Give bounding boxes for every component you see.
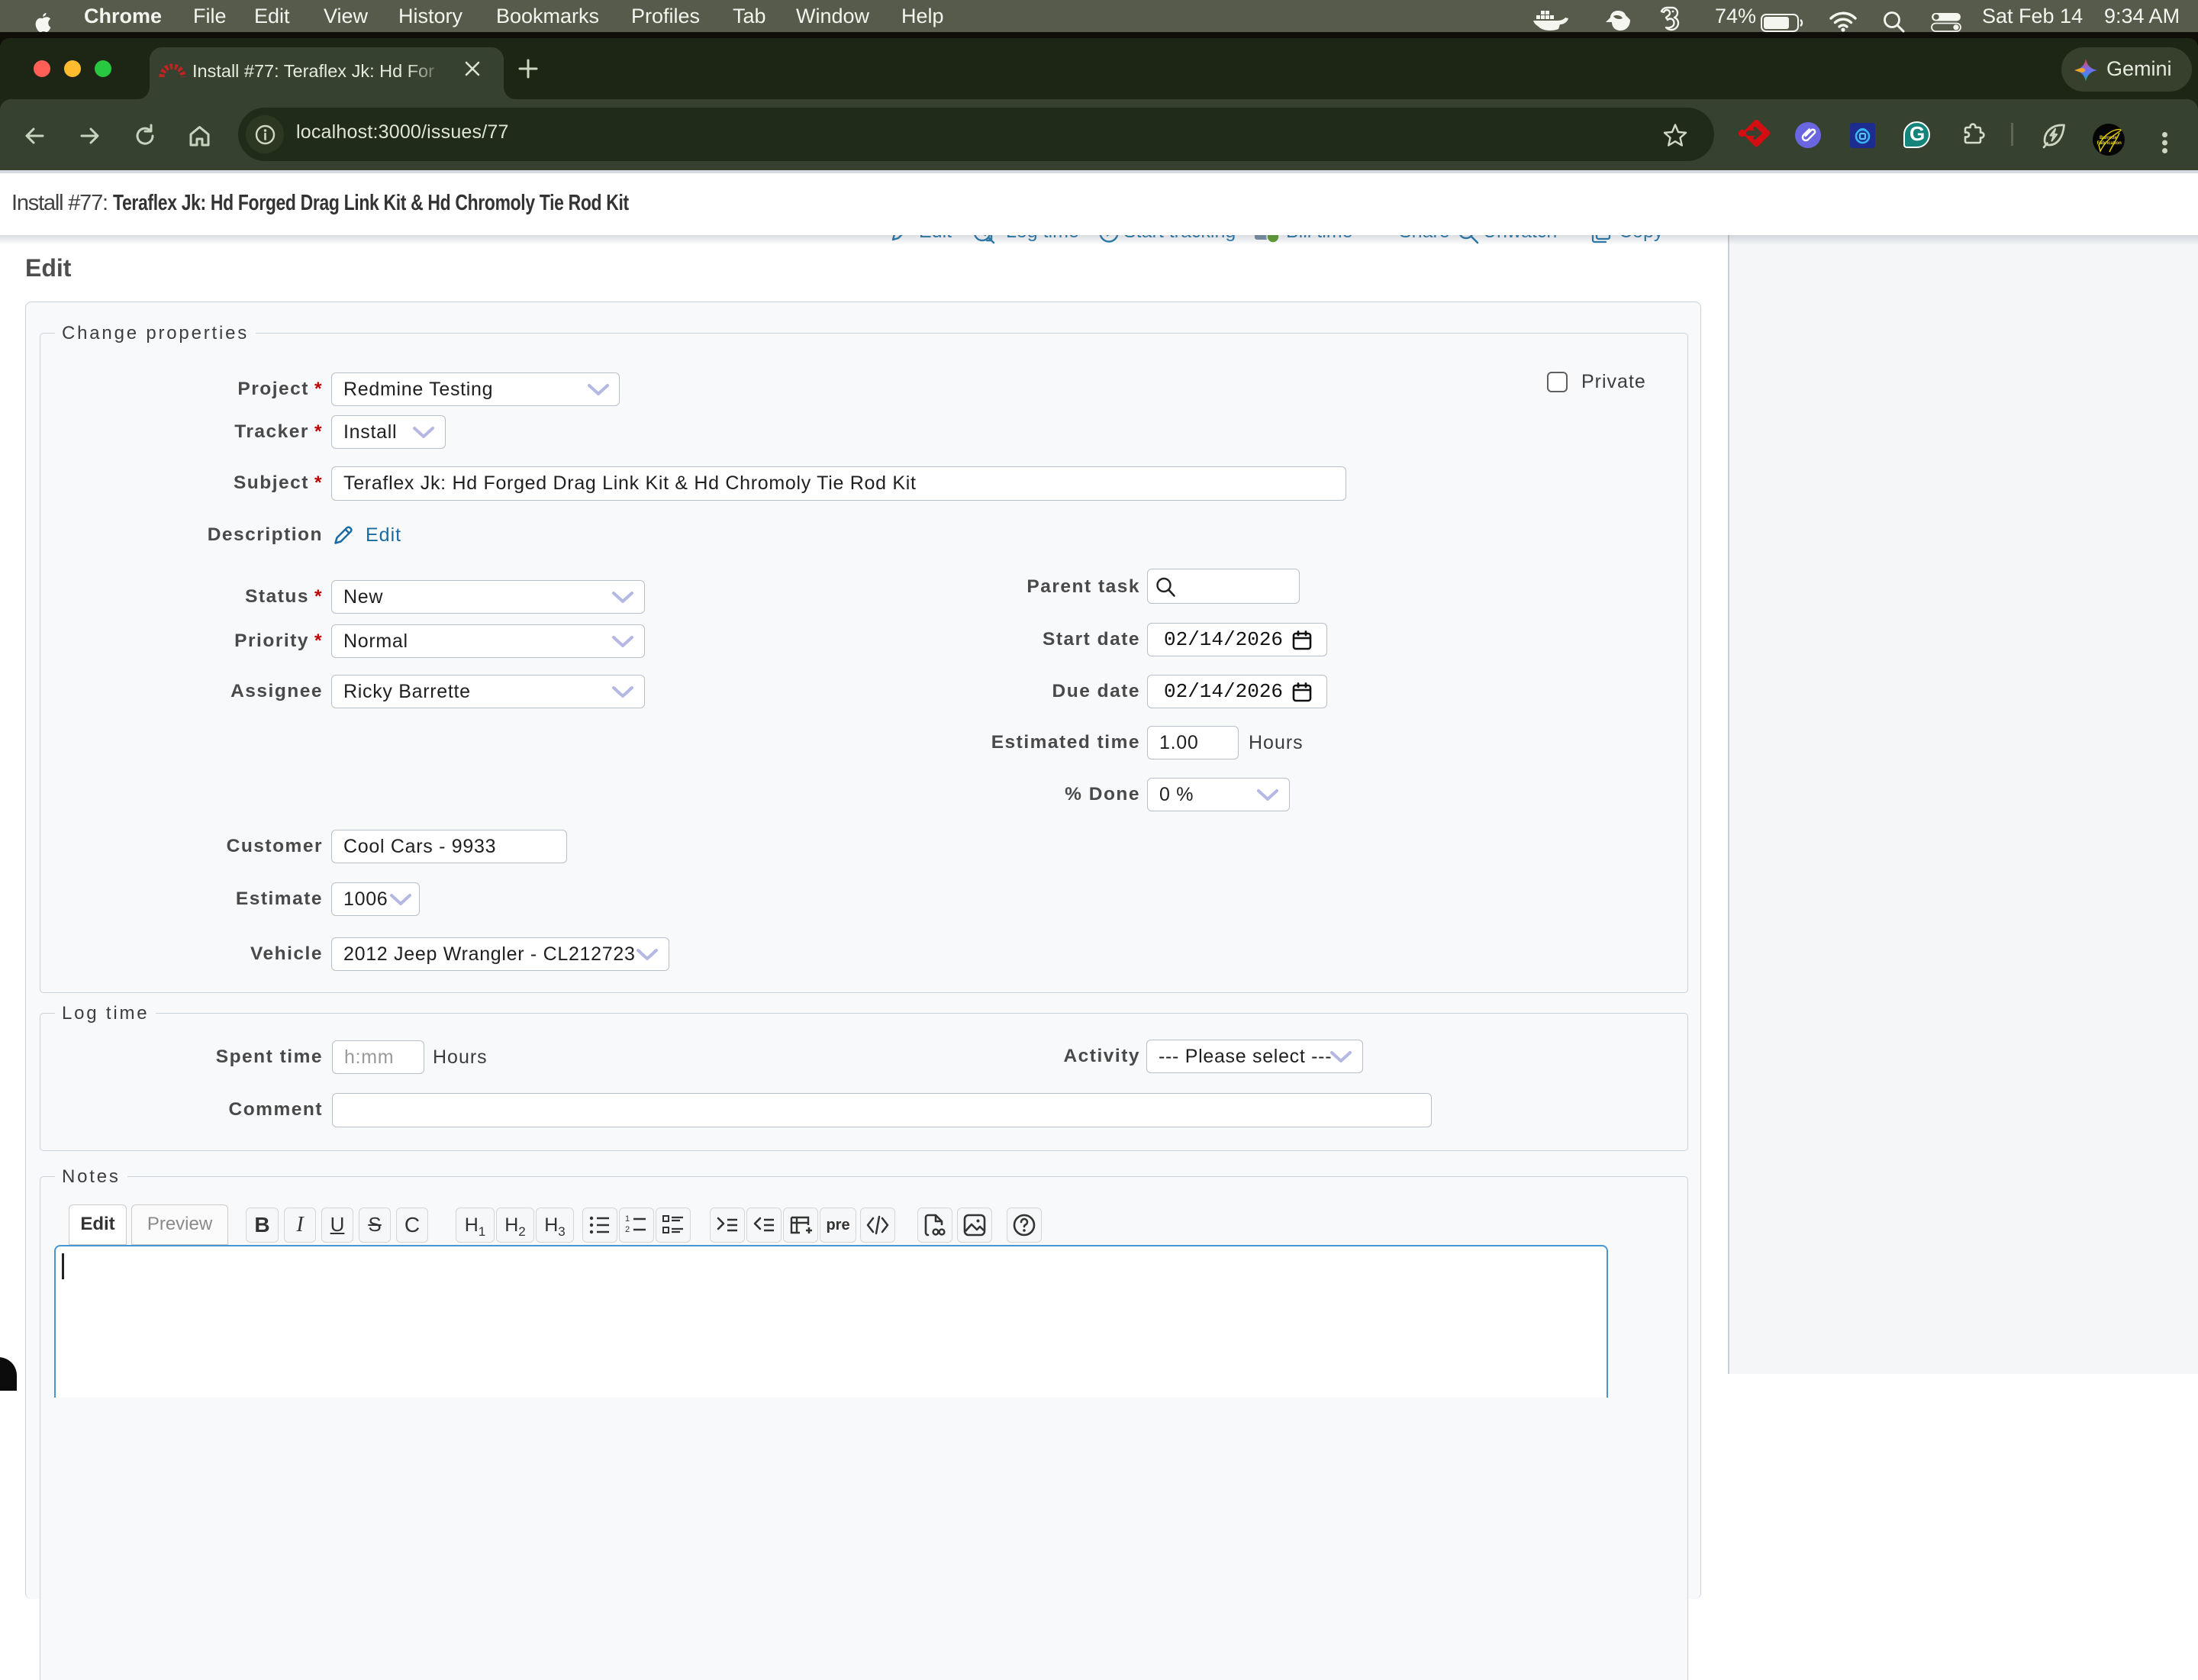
svg-text:1: 1 [625,1214,630,1224]
svg-text:Barrette: Barrette [2100,136,2118,140]
svg-text:Fabrication: Fabrication [2097,141,2122,146]
svg-text:2: 2 [625,1225,630,1234]
